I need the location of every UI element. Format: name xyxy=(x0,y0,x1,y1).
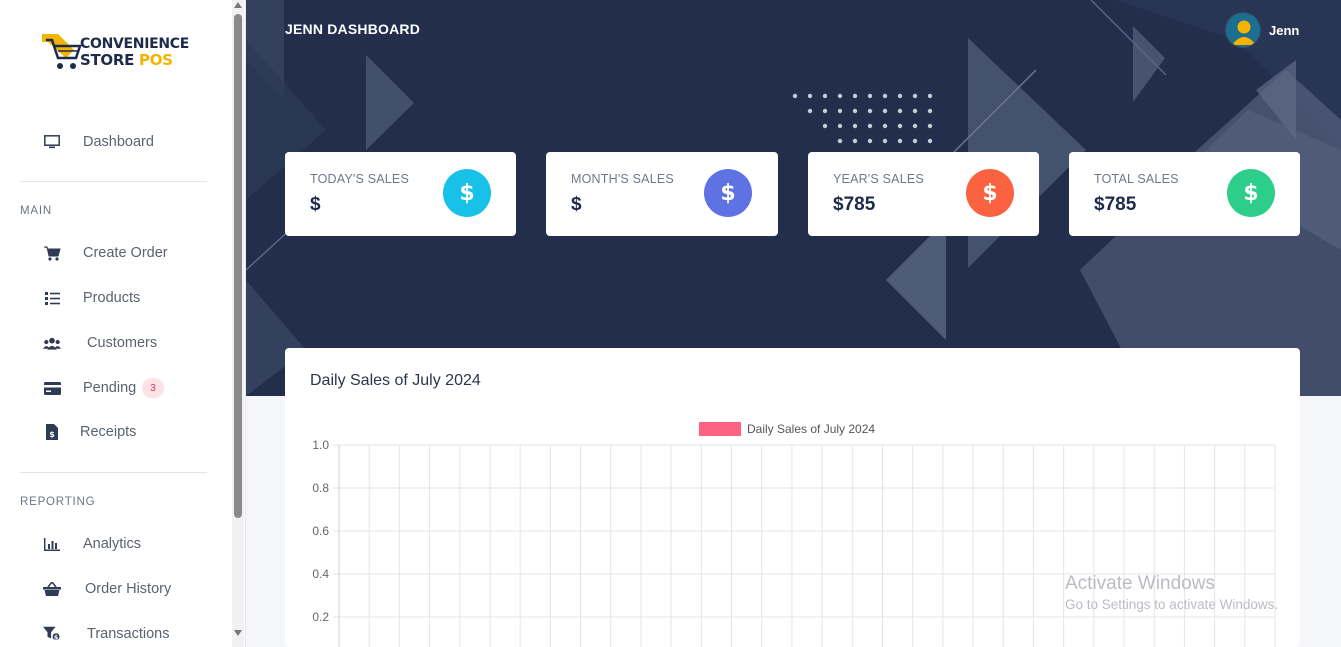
section-heading-main: MAIN xyxy=(20,205,52,217)
card-icon xyxy=(43,379,61,397)
legend-label: Daily Sales of July 2024 xyxy=(747,422,875,436)
sidebar-item-label: Receipts xyxy=(80,424,137,440)
svg-text:$: $ xyxy=(49,430,55,439)
stat-card-label: TOTAL SALES xyxy=(1094,172,1179,186)
dollar-icon: $ xyxy=(443,169,491,217)
sidebar-item-label: Create Order xyxy=(83,245,168,261)
cart-icon xyxy=(43,244,61,262)
monitor-icon xyxy=(43,133,61,151)
sidebar-item-products[interactable]: Products xyxy=(0,280,231,316)
legend-swatch xyxy=(699,422,741,436)
stat-card-value: $ xyxy=(571,194,582,215)
sidebar-item-transactions[interactable]: $ Transactions xyxy=(0,616,231,647)
stat-card-value: $785 xyxy=(833,194,876,215)
section-heading-reporting: REPORTING xyxy=(20,496,96,508)
sidebar-item-analytics[interactable]: Analytics xyxy=(0,526,231,562)
y-tick-label: 0.2 xyxy=(312,610,329,624)
sidebar-scroll-thumb[interactable] xyxy=(234,14,242,518)
logo-line-2-pos: POS xyxy=(139,51,173,69)
sidebar-item-customers[interactable]: Customers xyxy=(0,325,231,361)
stat-card-value: $ xyxy=(310,194,321,215)
logo-line-2-store: STORE xyxy=(80,51,140,69)
stat-card-total-sales: TOTAL SALES $785 $ xyxy=(1069,152,1300,236)
stat-card-today-sales: TODAY'S SALES $ $ xyxy=(285,152,516,236)
stat-card-label: TODAY'S SALES xyxy=(310,172,410,186)
stat-card-label: YEAR'S SALES xyxy=(833,172,924,186)
logo-line-1: CONVENIENCE xyxy=(80,36,190,52)
user-name: Jenn xyxy=(1269,22,1300,38)
watermark-line-1: Activate Windows xyxy=(1065,573,1215,594)
pending-count-badge: 3 xyxy=(142,378,164,398)
logo-text: CONVENIENCE STORE POS xyxy=(80,36,189,68)
cart-logo-icon xyxy=(42,34,82,69)
sidebar-item-label: Transactions xyxy=(87,626,170,642)
scroll-down-arrow-icon[interactable] xyxy=(234,630,242,636)
sidebar-item-label: Analytics xyxy=(83,536,142,552)
stat-card-label: MONTH'S SALES xyxy=(571,172,674,186)
users-icon xyxy=(43,334,61,352)
basket-icon xyxy=(43,580,61,598)
filter-dollar-icon: $ xyxy=(43,625,61,643)
sidebar-content: CONVENIENCE STORE POS Dashboard MAIN Cre… xyxy=(0,0,231,647)
y-tick-label: 0.4 xyxy=(312,567,329,581)
windows-activation-watermark: Activate Windows Go to Settings to activ… xyxy=(1065,573,1278,612)
stat-card-month-sales: MONTH'S SALES $ $ xyxy=(546,152,778,236)
svg-text:$: $ xyxy=(54,634,58,641)
sidebar: CONVENIENCE STORE POS Dashboard MAIN Cre… xyxy=(0,0,246,647)
sidebar-item-dashboard[interactable]: Dashboard xyxy=(0,124,231,160)
sidebar-item-receipts[interactable]: $ Receipts xyxy=(0,414,231,450)
scroll-up-arrow-icon[interactable] xyxy=(234,2,242,8)
dollar-icon: $ xyxy=(966,169,1014,217)
sidebar-divider xyxy=(20,181,207,182)
sidebar-item-order-history[interactable]: Order History xyxy=(0,571,231,607)
page-title: JENN DASHBOARD xyxy=(285,21,421,37)
dollar-icon: $ xyxy=(704,169,752,217)
y-tick-label: 0.6 xyxy=(312,524,329,538)
watermark-line-2: Go to Settings to activate Windows. xyxy=(1065,597,1279,612)
list-icon xyxy=(43,289,61,307)
user-menu[interactable]: Jenn xyxy=(1225,12,1299,48)
sidebar-item-label: Products xyxy=(83,290,141,306)
sidebar-item-pending[interactable]: Pending 3 xyxy=(0,370,231,406)
stat-card-value: $785 xyxy=(1094,194,1137,215)
sidebar-item-label: Pending xyxy=(83,380,137,396)
sidebar-item-label: Customers xyxy=(87,335,158,351)
sidebar-item-label: Order History xyxy=(85,581,172,597)
stat-card-year-sales: YEAR'S SALES $785 $ xyxy=(808,152,1039,236)
receipt-icon: $ xyxy=(43,423,61,441)
logo-line-2: STORE POS xyxy=(80,52,189,68)
dollar-icon: $ xyxy=(1227,169,1275,217)
app-logo[interactable]: CONVENIENCE STORE POS xyxy=(40,30,190,74)
bar-chart-icon xyxy=(43,535,61,553)
y-tick-label: 0.8 xyxy=(312,481,329,495)
user-avatar-icon[interactable] xyxy=(1225,12,1261,48)
sidebar-item-create-order[interactable]: Create Order xyxy=(0,235,231,271)
sidebar-divider xyxy=(20,472,207,473)
sidebar-item-label: Dashboard xyxy=(83,134,154,150)
y-tick-label: 1.0 xyxy=(312,438,329,452)
